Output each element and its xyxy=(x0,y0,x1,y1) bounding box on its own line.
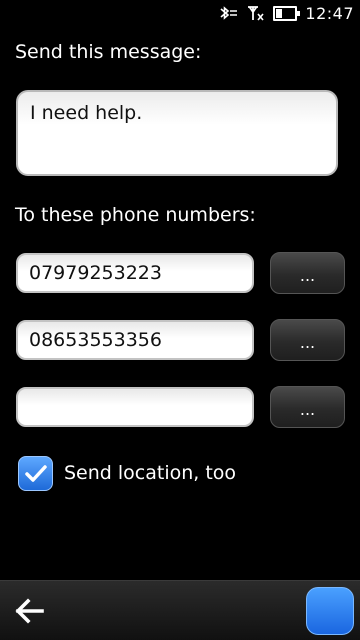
clock: 12:47 xyxy=(305,3,354,23)
phone-number-field-1[interactable]: 07979253223 xyxy=(16,253,254,293)
sos-settings-screen: 12:47 Send this message: I need help. To… xyxy=(0,0,360,640)
battery-icon xyxy=(273,5,301,21)
send-location-checkbox[interactable] xyxy=(18,456,53,491)
send-location-label: Send location, too xyxy=(64,462,237,484)
bluetooth-icon xyxy=(217,5,239,21)
message-input[interactable]: I need help. xyxy=(16,90,338,176)
phone-number-field-3[interactable] xyxy=(16,387,254,427)
no-signal-icon xyxy=(247,5,265,21)
action-button[interactable] xyxy=(306,587,354,635)
status-bar: 12:47 xyxy=(0,0,360,26)
recipients-label: To these phone numbers: xyxy=(15,204,256,226)
bottom-toolbar xyxy=(0,580,360,640)
checkmark-icon xyxy=(24,464,47,482)
contact-picker-button-3[interactable]: ... xyxy=(270,386,345,428)
contact-picker-button-1[interactable]: ... xyxy=(270,252,345,294)
back-arrow-icon[interactable] xyxy=(14,595,46,627)
contact-picker-button-2[interactable]: ... xyxy=(270,319,345,361)
phone-number-field-2[interactable]: 08653553356 xyxy=(16,320,254,360)
message-label: Send this message: xyxy=(15,41,202,63)
